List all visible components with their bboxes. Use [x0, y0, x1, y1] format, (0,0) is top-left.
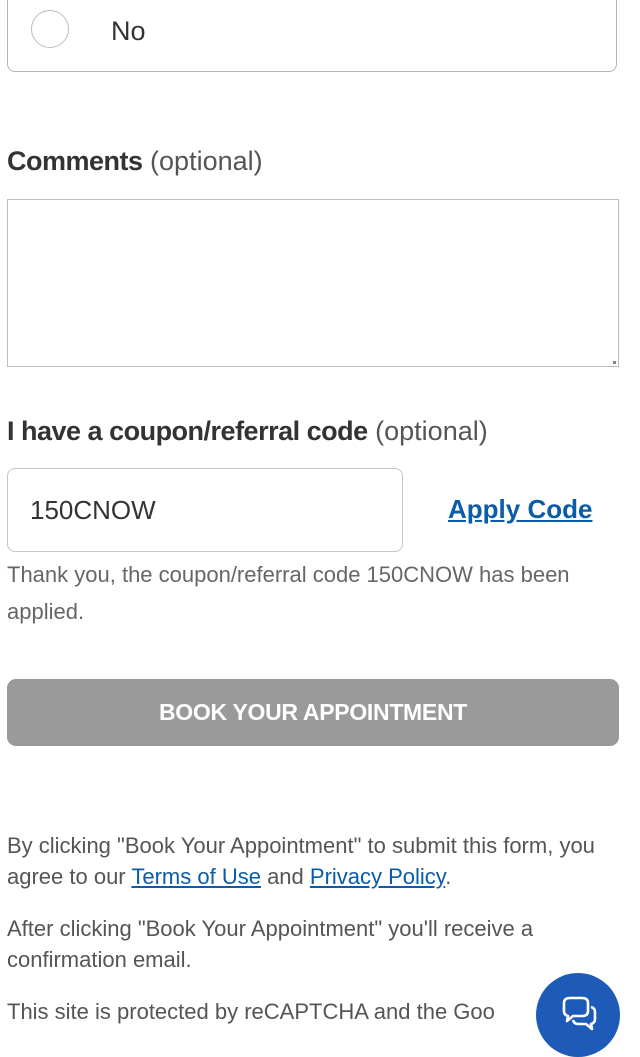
coupon-label: I have a coupon/referral code (optional) [7, 416, 488, 447]
recaptcha-notice-text: This site is protected by reCAPTCHA and … [7, 999, 495, 1024]
terms-of-use-link[interactable]: Terms of Use [131, 864, 261, 889]
comments-optional-text: (optional) [150, 146, 263, 176]
privacy-policy-link[interactable]: Privacy Policy [310, 864, 445, 889]
coupon-label-text: I have a coupon/referral code [7, 416, 368, 446]
legal-and-text: and [260, 864, 310, 889]
coupon-optional-text: (optional) [375, 416, 488, 446]
radio-label-no: No [111, 16, 146, 46]
radio-button-no[interactable] [31, 10, 69, 48]
confirmation-email-text: After clicking "Book Your Appointment" y… [7, 916, 534, 972]
coupon-code-input[interactable] [7, 468, 403, 552]
book-appointment-button[interactable]: BOOK YOUR APPOINTMENT [7, 679, 619, 746]
apply-code-link[interactable]: Apply Code [448, 494, 592, 525]
comments-label-text: Comments [7, 146, 143, 176]
legal-agreement-text: By clicking "Book Your Appointment" to s… [7, 830, 607, 892]
radio-option-no[interactable]: No [7, 0, 617, 72]
comments-textarea[interactable] [7, 199, 619, 367]
coupon-applied-message: Thank you, the coupon/referral code 150C… [7, 562, 570, 624]
chat-button[interactable] [536, 973, 620, 1057]
comments-label: Comments (optional) [7, 146, 263, 177]
resize-handle-icon[interactable] [613, 361, 616, 364]
legal-period: . [445, 864, 452, 889]
